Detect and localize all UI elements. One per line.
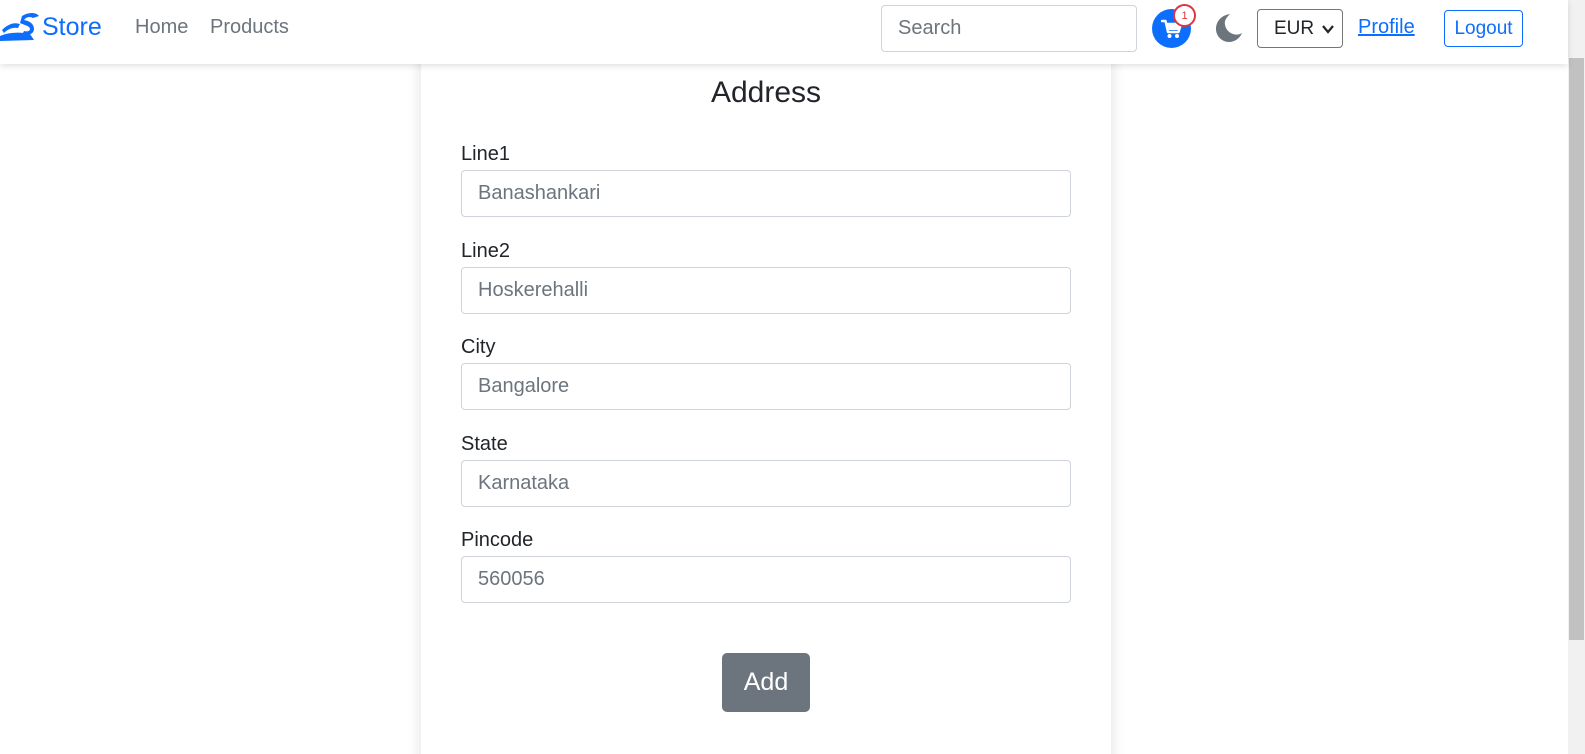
line1-input[interactable] [461,170,1071,217]
currency-value: EUR [1274,17,1315,39]
pincode-label: Pincode [461,529,534,551]
search-input[interactable] [881,5,1137,52]
cart-count-badge: 1 [1173,4,1196,27]
brand-link[interactable]: Store [0,10,102,44]
brand-name: Store [42,12,102,41]
city-label: City [461,336,496,358]
line2-label: Line2 [461,240,510,262]
chevron-down-icon [1322,25,1334,34]
profile-link[interactable]: Profile [1358,16,1415,39]
pincode-input[interactable] [461,556,1071,603]
logout-button[interactable]: Logout [1444,10,1523,47]
line2-input[interactable] [461,267,1071,314]
add-address-button[interactable]: Add [722,653,810,712]
top-navbar: Store Home Products 1 EUR Profile Logout [0,0,1568,64]
page-scrollbar-thumb[interactable] [1569,58,1584,640]
nav-products-link[interactable]: Products [210,16,289,39]
nav-home-link[interactable]: Home [135,16,188,39]
state-label: State [461,433,508,455]
store-logo-icon [0,13,39,41]
dark-mode-moon-icon[interactable] [1212,12,1244,44]
currency-select[interactable]: EUR [1257,9,1343,48]
form-title: Address [710,76,822,109]
state-input[interactable] [461,460,1071,507]
line1-label: Line1 [461,143,510,165]
city-input[interactable] [461,363,1071,410]
